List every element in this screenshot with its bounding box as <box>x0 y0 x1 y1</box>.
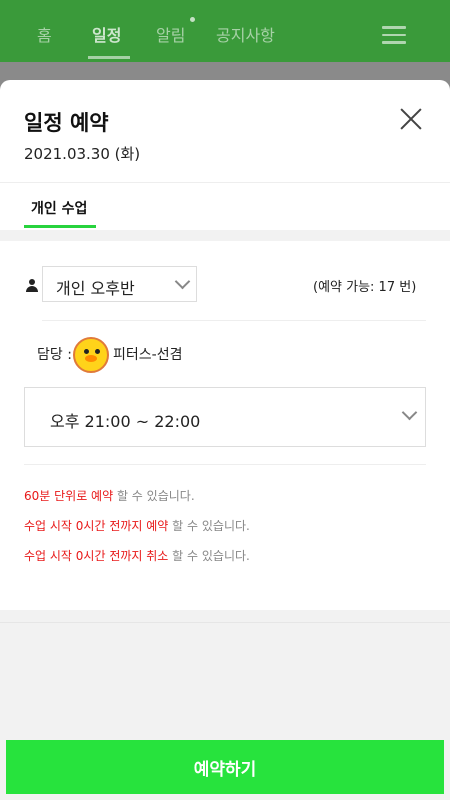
tab-home[interactable]: 홈 <box>37 22 52 46</box>
chevron-down-icon <box>174 273 191 290</box>
person-icon <box>26 279 38 292</box>
divider <box>42 320 426 321</box>
avatar <box>73 337 109 373</box>
class-select-value: 개인 오후반 <box>56 279 135 298</box>
availability-count: (예약 가능: 17 번) <box>313 280 417 295</box>
instructor-name: 피터스-선겸 <box>113 347 183 363</box>
modal-date: 2021.03.30 (화) <box>24 145 141 163</box>
close-icon[interactable] <box>398 106 424 132</box>
tab-bar: 개인 수업 <box>0 183 450 228</box>
divider <box>0 622 450 623</box>
chevron-down-icon <box>401 404 418 421</box>
note-cancel-deadline: 수업 시작 0시간 전까지 취소 할 수 있습니다. <box>24 549 250 563</box>
class-select[interactable]: 개인 오후반 <box>42 266 197 302</box>
tab-schedule[interactable]: 일정 <box>92 22 121 46</box>
time-select[interactable]: 오후 21:00 ~ 22:00 <box>24 387 426 447</box>
modal-title: 일정 예약 <box>24 111 109 135</box>
time-select-value: 오후 21:00 ~ 22:00 <box>50 412 201 431</box>
instructor-label: 담당 : <box>37 347 72 363</box>
tab-active-indicator <box>24 225 96 228</box>
notification-dot <box>190 17 195 22</box>
top-nav: 홈 일정 알림 공지사항 <box>0 0 450 62</box>
tab-alerts[interactable]: 알림 <box>156 22 185 46</box>
tab-notices[interactable]: 공지사항 <box>216 22 275 46</box>
section-separator <box>0 230 450 241</box>
tab-personal-class[interactable]: 개인 수업 <box>31 198 87 218</box>
note-booking-deadline: 수업 시작 0시간 전까지 예약 할 수 있습니다. <box>24 519 250 533</box>
book-button[interactable]: 예약하기 <box>6 740 444 794</box>
menu-icon[interactable] <box>382 26 406 44</box>
divider <box>24 464 426 465</box>
tab-underline <box>88 56 130 59</box>
note-booking-unit: 60분 단위로 예약 할 수 있습니다. <box>24 489 195 503</box>
